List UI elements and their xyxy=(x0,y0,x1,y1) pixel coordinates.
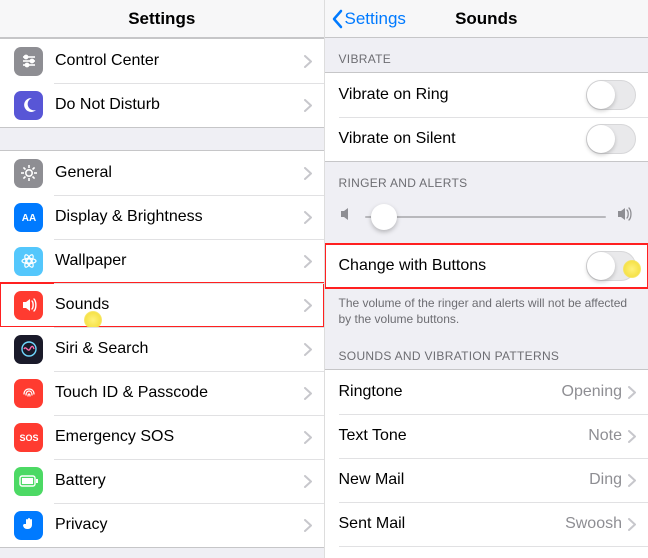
row-label: Touch ID & Passcode xyxy=(55,384,304,402)
settings-row-siri[interactable]: Siri & Search xyxy=(0,327,324,371)
chevron-right-icon xyxy=(304,99,312,112)
chevron-right-icon xyxy=(628,386,636,399)
privacy-icon xyxy=(14,511,43,540)
chevron-right-icon xyxy=(304,387,312,400)
row-value: Note xyxy=(588,427,622,445)
sos-icon: SOS xyxy=(14,423,43,452)
back-button[interactable]: Settings xyxy=(331,9,406,29)
row-value: Opening xyxy=(562,383,623,401)
row-label: Control Center xyxy=(55,52,304,70)
change-with-buttons-toggle[interactable] xyxy=(586,251,636,281)
chevron-right-icon xyxy=(628,518,636,531)
ringer-header: RINGER AND ALERTS xyxy=(325,162,648,196)
sounds-pane: Settings Sounds VIBRATEVibrate on RingVi… xyxy=(324,0,648,558)
patterns-group: RingtoneOpeningText ToneNoteNew MailDing… xyxy=(325,369,648,558)
chevron-right-icon xyxy=(304,431,312,444)
settings-row-battery[interactable]: Battery xyxy=(0,459,324,503)
settings-row-display[interactable]: AA Display & Brightness xyxy=(0,195,324,239)
chevron-right-icon xyxy=(304,211,312,224)
vibrate-group: Vibrate on Ring Vibrate on Silent xyxy=(325,72,648,162)
settings-navbar: Settings xyxy=(0,0,324,38)
settings-row-control-center[interactable]: Control Center xyxy=(0,39,324,83)
ringer-footer: The volume of the ringer and alerts will… xyxy=(325,289,648,335)
vibrate-silent-toggle[interactable] xyxy=(586,124,636,154)
row-label: Privacy xyxy=(55,516,304,534)
settings-group: General AA Display & Brightness Wallpaper So… xyxy=(0,150,324,548)
chevron-right-icon xyxy=(304,55,312,68)
settings-title: Settings xyxy=(128,9,195,29)
row-label: Emergency SOS xyxy=(55,428,304,446)
cursor-indicator xyxy=(623,260,641,278)
chevron-left-icon xyxy=(331,9,343,29)
settings-row-sos[interactable]: SOS Emergency SOS xyxy=(0,415,324,459)
chevron-right-icon xyxy=(304,167,312,180)
sounds-navbar: Settings Sounds xyxy=(325,0,648,38)
volume-slider[interactable] xyxy=(365,216,607,218)
row-label: Sounds xyxy=(55,296,304,314)
vibrate-ring-toggle[interactable] xyxy=(586,80,636,110)
svg-text:AA: AA xyxy=(21,213,35,224)
wallpaper-icon xyxy=(14,247,43,276)
row-label: Siri & Search xyxy=(55,340,304,358)
row-texttone[interactable]: Text ToneNote xyxy=(325,414,648,458)
display-icon: AA xyxy=(14,203,43,232)
patterns-header: SOUNDS AND VIBRATION PATTERNS xyxy=(325,335,648,369)
settings-row-wallpaper[interactable]: Wallpaper xyxy=(0,239,324,283)
volume-low-icon xyxy=(339,206,355,227)
row-label: Ringtone xyxy=(339,383,562,401)
change-buttons-group: Change with Buttons xyxy=(325,243,648,289)
settings-row-do-not-disturb[interactable]: Do Not Disturb xyxy=(0,83,324,127)
row-newmail[interactable]: New MailDing xyxy=(325,458,648,502)
settings-row-touchid[interactable]: Touch ID & Passcode xyxy=(0,371,324,415)
row-label: New Mail xyxy=(339,471,590,489)
settings-row-sounds[interactable]: Sounds xyxy=(0,283,324,327)
row-vibrate-silent[interactable]: Vibrate on Silent xyxy=(325,117,648,161)
siri-icon xyxy=(14,335,43,364)
row-value: Swoosh xyxy=(565,515,622,533)
chevron-right-icon xyxy=(628,474,636,487)
volume-slider-row xyxy=(325,196,648,243)
sounds-icon xyxy=(14,291,43,320)
row-calendar[interactable]: Calendar AlertsChord xyxy=(325,546,648,558)
settings-pane: Settings Control Center Do Not Disturb Gen… xyxy=(0,0,324,558)
sounds-title: Sounds xyxy=(455,9,517,29)
chevron-right-icon xyxy=(304,475,312,488)
chevron-right-icon xyxy=(304,255,312,268)
control-center-icon xyxy=(14,47,43,76)
row-label: Battery xyxy=(55,472,304,490)
settings-row-privacy[interactable]: Privacy xyxy=(0,503,324,547)
row-label: Vibrate on Silent xyxy=(339,130,587,148)
row-label: Display & Brightness xyxy=(55,208,304,226)
chevron-right-icon xyxy=(304,519,312,532)
battery-icon xyxy=(14,467,43,496)
row-value: Ding xyxy=(589,471,622,489)
row-label: Wallpaper xyxy=(55,252,304,270)
volume-high-icon xyxy=(616,206,634,227)
vibrate-header: VIBRATE xyxy=(325,38,648,72)
svg-text:SOS: SOS xyxy=(19,433,38,443)
settings-row-general[interactable]: General xyxy=(0,151,324,195)
row-sentmail[interactable]: Sent MailSwoosh xyxy=(325,502,648,546)
row-label: Vibrate on Ring xyxy=(339,86,587,104)
row-vibrate-ring[interactable]: Vibrate on Ring xyxy=(325,73,648,117)
chevron-right-icon xyxy=(628,430,636,443)
touchid-icon xyxy=(14,379,43,408)
row-label: General xyxy=(55,164,304,182)
row-label: Sent Mail xyxy=(339,515,566,533)
row-label: Do Not Disturb xyxy=(55,96,304,114)
row-label: Text Tone xyxy=(339,427,589,445)
general-icon xyxy=(14,159,43,188)
do-not-disturb-icon xyxy=(14,91,43,120)
row-change-with-buttons[interactable]: Change with Buttons xyxy=(325,244,648,288)
chevron-right-icon xyxy=(304,299,312,312)
back-label: Settings xyxy=(345,9,406,29)
settings-group: Control Center Do Not Disturb xyxy=(0,38,324,128)
row-ringtone[interactable]: RingtoneOpening xyxy=(325,370,648,414)
chevron-right-icon xyxy=(304,343,312,356)
row-label: Change with Buttons xyxy=(339,257,587,275)
